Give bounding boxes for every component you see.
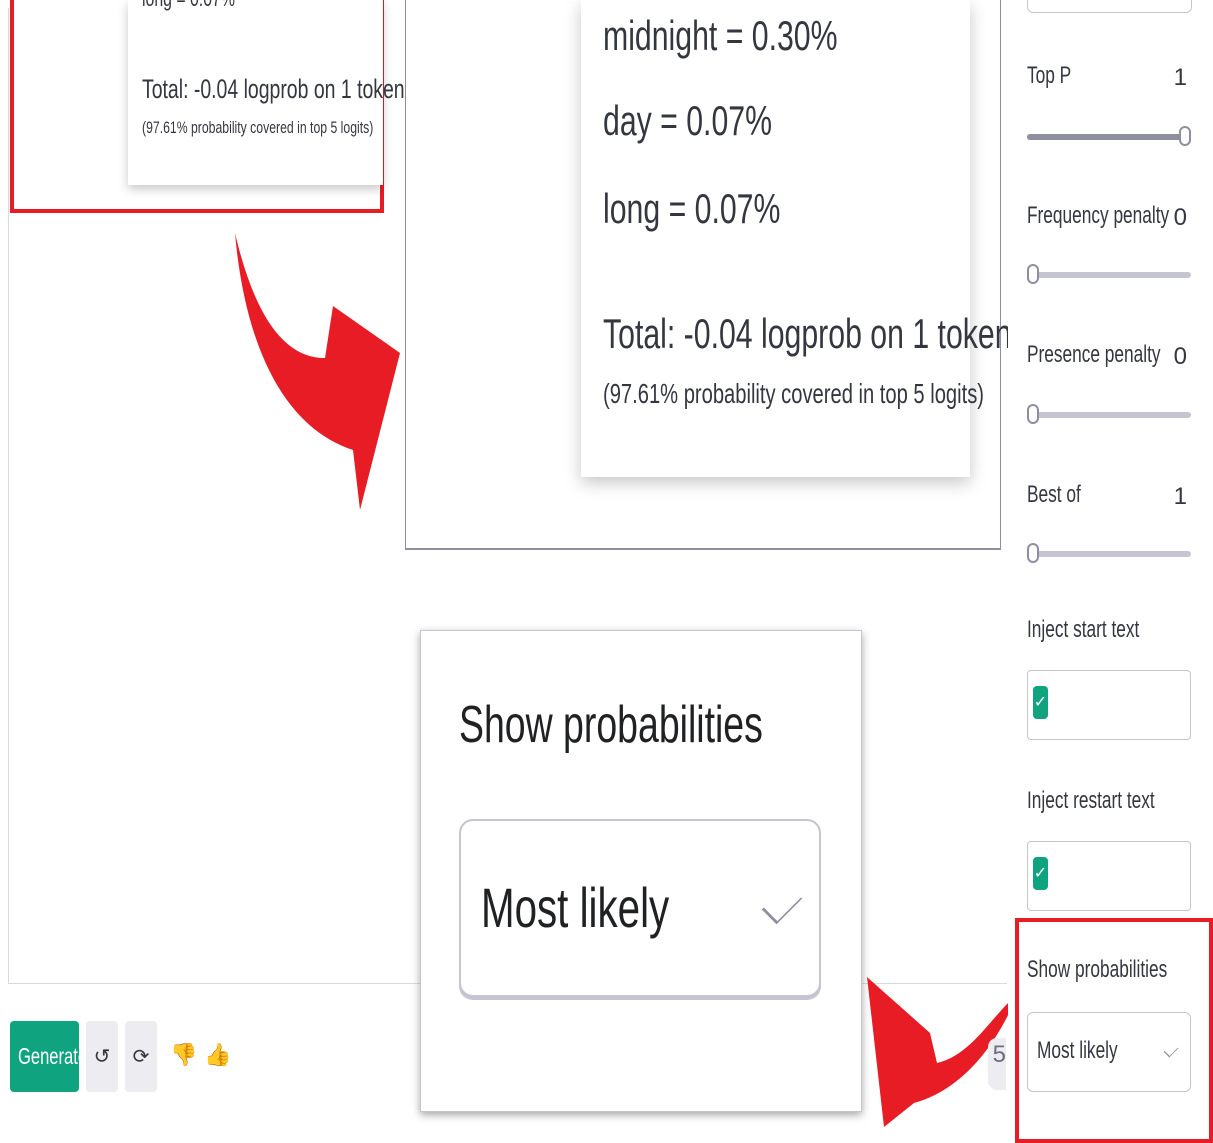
inject-restart-label: Inject restart text — [1027, 787, 1155, 814]
slider-handle[interactable] — [1027, 543, 1039, 563]
generate-button[interactable]: Generate — [10, 1021, 87, 1092]
best-of-value: 1 — [1173, 483, 1187, 510]
thumbs-up-icon[interactable]: 👍 — [204, 1042, 231, 1068]
inject-restart-checkbox[interactable]: ✓ — [1033, 857, 1048, 890]
zoomed-tooltip-frame: midnight = 0.30% day = 0.07% long = 0.07… — [405, 0, 1027, 550]
tooltip-coverage: (97.61% probability covered in top 5 log… — [603, 378, 985, 409]
frequency-penalty-value: 0 — [1173, 204, 1187, 231]
prob-line-long: long = 0.07% — [603, 185, 781, 232]
inject-start-field[interactable]: ✓ — [1027, 670, 1191, 740]
regenerate-button[interactable]: ⟳ — [125, 1021, 157, 1092]
probability-tooltip-small: long = 0.07% Total: -0.04 logprob on 1 t… — [128, 0, 414, 185]
slider-handle[interactable] — [1179, 126, 1191, 146]
slider-fill — [1027, 134, 1191, 140]
zoomed-show-probabilities-select[interactable]: Most likely — [459, 819, 821, 997]
slider-handle[interactable] — [1027, 264, 1039, 284]
best-of-label: Best of — [1027, 481, 1081, 508]
tooltip-total: Total: -0.04 logprob on 1 tokens — [142, 74, 415, 104]
presence-penalty-value: 0 — [1173, 343, 1187, 370]
frequency-penalty-slider[interactable] — [1027, 264, 1191, 284]
tooltip-coverage: (97.61% probability covered in top 5 log… — [142, 118, 374, 137]
chevron-down-icon — [761, 883, 803, 925]
best-of-slider[interactable] — [1027, 543, 1191, 563]
presence-penalty-slider[interactable] — [1027, 404, 1191, 424]
chevron-down-icon — [1163, 1042, 1179, 1058]
sidebar-input-stub[interactable] — [1027, 0, 1192, 13]
select-value: Most likely — [1037, 1037, 1118, 1064]
thumbs-down-icon[interactable]: 👎 — [170, 1042, 197, 1068]
inject-restart-field[interactable]: ✓ — [1027, 841, 1191, 911]
prob-line-midnight: midnight = 0.30% — [603, 12, 838, 59]
top-p-slider[interactable] — [1027, 126, 1191, 146]
inject-start-label: Inject start text — [1027, 616, 1140, 643]
show-probabilities-select[interactable]: Most likely — [1027, 1012, 1191, 1092]
zoomed-show-probabilities-panel: Show probabilities Most likely — [420, 630, 862, 1112]
inject-start-checkbox[interactable]: ✓ — [1033, 686, 1048, 719]
frequency-penalty-label: Frequency penalty — [1027, 202, 1170, 229]
tooltip-prob-line: long = 0.07% — [142, 0, 235, 12]
select-value: Most likely — [481, 876, 670, 939]
top-p-value: 1 — [1173, 64, 1187, 91]
presence-penalty-label: Presence penalty — [1027, 341, 1161, 368]
zoom-arrow-icon — [235, 233, 400, 510]
show-probabilities-label: Show probabilities — [1027, 956, 1168, 983]
tooltip-total: Total: -0.04 logprob on 1 tokens — [603, 310, 1027, 357]
zoomed-setting-label: Show probabilities — [459, 696, 763, 754]
top-p-label: Top P — [1027, 62, 1072, 89]
probability-tooltip-zoomed: midnight = 0.30% day = 0.07% long = 0.07… — [581, 0, 1027, 477]
slider-handle[interactable] — [1027, 404, 1039, 424]
undo-icon: ↺ — [93, 1046, 111, 1068]
undo-button[interactable]: ↺ — [86, 1021, 118, 1092]
token-count-badge: 5 — [988, 1038, 1006, 1090]
regenerate-icon: ⟳ — [132, 1046, 150, 1068]
prob-line-day: day = 0.07% — [603, 97, 772, 144]
